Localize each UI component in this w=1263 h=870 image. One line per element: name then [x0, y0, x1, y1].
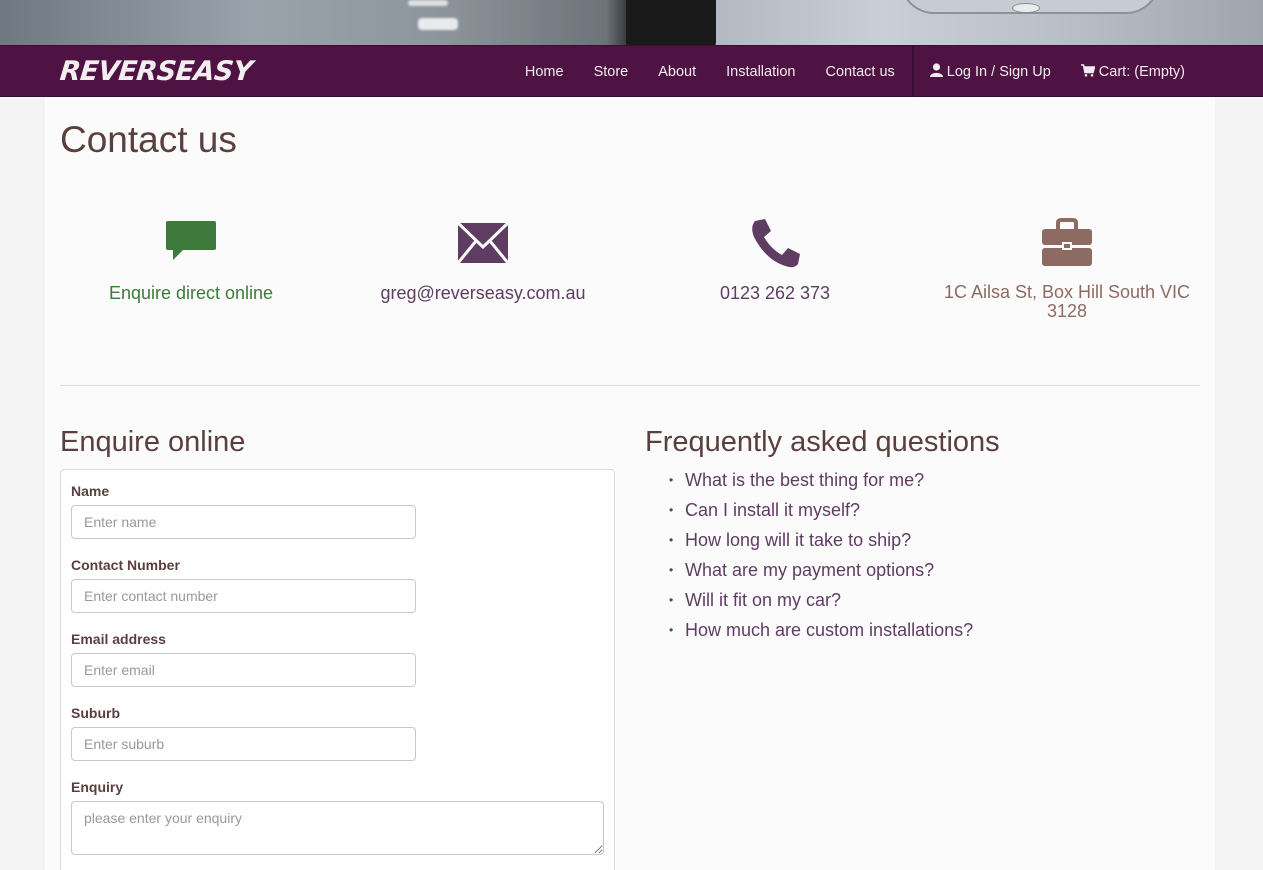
- nav-installation[interactable]: Installation: [711, 46, 810, 98]
- contact-number-label: Contact Number: [71, 557, 180, 573]
- name-input[interactable]: [71, 505, 416, 539]
- faq-item[interactable]: How long will it take to ship?: [645, 525, 973, 555]
- enquire-title: Enquire online: [60, 426, 246, 458]
- faq-title: Frequently asked questions: [645, 426, 1000, 458]
- contact-online-label: Enquire direct online: [108, 283, 274, 303]
- faq-item[interactable]: How much are custom installations?: [645, 615, 973, 645]
- contact-address[interactable]: 1C Ailsa St, Box Hill South VIC 3128: [921, 217, 1213, 321]
- faq-item[interactable]: What are my payment options?: [645, 555, 973, 585]
- contact-online[interactable]: Enquire direct online: [45, 217, 337, 304]
- page-title: Contact us: [60, 119, 237, 160]
- enquiry-form: Name Contact Number Email address Suburb…: [60, 469, 615, 870]
- phone-icon: [752, 219, 800, 268]
- nav-login-label: Log In / Sign Up: [946, 64, 1051, 80]
- nav-store[interactable]: Store: [579, 46, 644, 98]
- nav-cart-label: Cart: (Empty): [1098, 64, 1185, 80]
- user-icon: [929, 63, 943, 77]
- faq-item[interactable]: Can I install it myself?: [645, 495, 973, 525]
- contact-phone-label: 0123 262 373: [719, 283, 831, 303]
- email-input[interactable]: [71, 653, 416, 687]
- navbar: REVERSEASY Home Store About Installation…: [0, 45, 1263, 98]
- name-label: Name: [71, 483, 110, 499]
- contact-number-input[interactable]: [71, 579, 416, 613]
- nav-about[interactable]: About: [643, 46, 711, 98]
- main-content: Contact us Enquire direct online greg@re…: [45, 97, 1215, 870]
- cart-icon: [1080, 64, 1095, 77]
- nav-contact[interactable]: Contact us: [810, 46, 909, 98]
- contact-phone[interactable]: 0123 262 373: [629, 217, 921, 304]
- suburb-label: Suburb: [71, 705, 120, 721]
- nav-login[interactable]: Log In / Sign Up: [915, 46, 1066, 98]
- nav-home[interactable]: Home: [510, 46, 579, 98]
- nav-cart[interactable]: Cart: (Empty): [1066, 46, 1200, 98]
- contact-email-label: greg@reverseasy.com.au: [380, 283, 586, 303]
- section-divider: [60, 385, 1200, 386]
- suburb-input[interactable]: [71, 727, 416, 761]
- hero-banner-image: [0, 0, 1263, 45]
- faq-item[interactable]: What is the best thing for me?: [645, 465, 973, 495]
- nav-divider: [911, 46, 914, 98]
- contact-address-label: 1C Ailsa St, Box Hill South VIC 3128: [943, 282, 1191, 321]
- nav-links: Home Store About Installation Contact us…: [510, 46, 1263, 98]
- brand-logo[interactable]: REVERSEASY: [58, 56, 253, 87]
- speech-bubble-icon: [166, 221, 216, 260]
- faq-item[interactable]: Will it fit on my car?: [645, 585, 973, 615]
- briefcase-icon: [1042, 218, 1092, 266]
- enquiry-label: Enquiry: [71, 779, 124, 795]
- enquiry-textarea[interactable]: [71, 801, 604, 855]
- envelope-icon: [457, 221, 509, 264]
- contact-email[interactable]: greg@reverseasy.com.au: [337, 217, 629, 304]
- faq-list: What is the best thing for me? Can I ins…: [645, 465, 973, 645]
- email-label: Email address: [71, 631, 166, 647]
